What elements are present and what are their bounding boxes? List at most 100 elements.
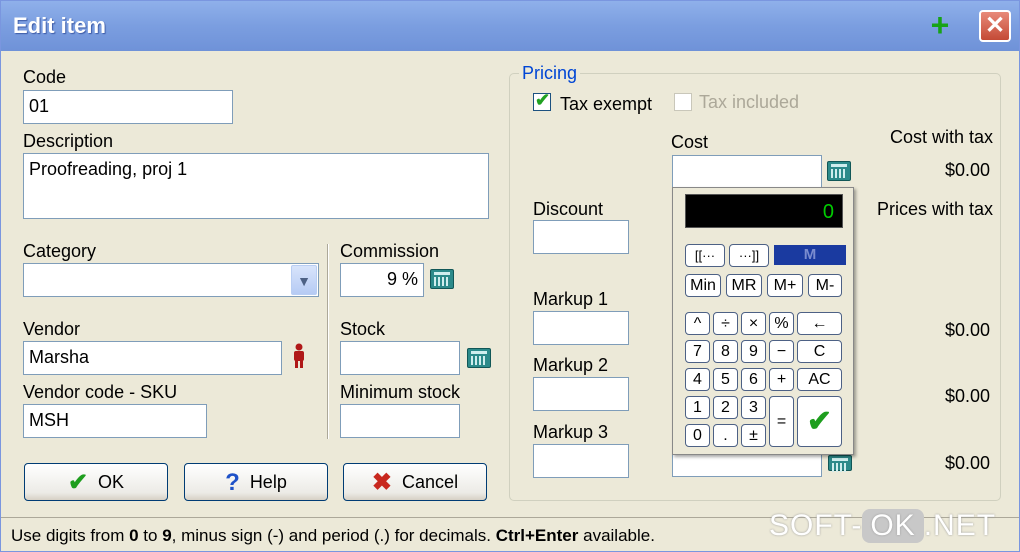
markup3-input[interactable] <box>533 444 629 478</box>
minimum-stock-input[interactable] <box>340 404 460 438</box>
calc-key-9[interactable]: 9 <box>741 340 766 363</box>
close-icon[interactable]: ✕ <box>979 10 1011 42</box>
watermark: SOFT- OK .NET <box>769 509 996 543</box>
ok-button-label: OK <box>98 472 125 492</box>
column-divider <box>327 244 329 439</box>
description-input[interactable]: Proofreading, proj 1 <box>23 153 489 219</box>
pricing-group-title: Pricing <box>519 63 581 84</box>
discount-input[interactable] <box>533 220 629 254</box>
calc-key-multiply[interactable]: × <box>741 312 766 335</box>
markup2-input[interactable] <box>533 377 629 411</box>
calculator-display: 0 <box>685 194 843 228</box>
window-title: Edit item <box>13 13 106 38</box>
code-input[interactable]: 01 <box>23 90 233 124</box>
calc-key-0[interactable]: 0 <box>685 424 710 447</box>
status-bold-shortcut: Ctrl+Enter <box>495 526 579 545</box>
chevron-down-icon[interactable]: ▼ <box>291 265 317 295</box>
markup2-price: $0.00 <box>945 386 991 406</box>
watermark-left: SOFT- <box>769 509 863 542</box>
description-label: Description <box>23 131 114 151</box>
checkmark-icon: ✔ <box>535 90 551 110</box>
memory-indicator: M <box>774 245 846 265</box>
watermark-ok: OK <box>862 509 924 543</box>
markup1-input[interactable] <box>533 311 629 345</box>
tax-included-label[interactable]: Tax included <box>699 92 799 113</box>
calc-key-8[interactable]: 8 <box>713 340 738 363</box>
markup1-price: $0.00 <box>945 320 991 340</box>
markup1-label: Markup 1 <box>533 289 609 309</box>
calc-key-2[interactable]: 2 <box>713 396 738 419</box>
stock-input[interactable] <box>340 341 460 375</box>
tax-included-checkbox[interactable] <box>674 93 692 111</box>
calc-key-percent[interactable]: % <box>769 312 794 335</box>
tax-exempt-checkbox[interactable]: ✔ <box>533 90 551 111</box>
tax-exempt-label[interactable]: Tax exempt <box>560 94 652 115</box>
markup3-label: Markup 3 <box>533 422 609 442</box>
calc-key-6[interactable]: 6 <box>741 368 766 391</box>
calc-key-5[interactable]: 5 <box>713 368 738 391</box>
cost-with-tax-label: Cost with tax <box>890 127 994 147</box>
calculator-icon[interactable] <box>827 161 851 181</box>
status-text: , minus sign (-) and period (.) for deci… <box>171 526 496 545</box>
help-button-label: Help <box>249 472 287 492</box>
edit-item-window: Edit item + ✕ Code 01 Description Proofr… <box>0 0 1020 552</box>
question-icon: ? <box>225 469 240 496</box>
calc-key-divide[interactable]: ÷ <box>713 312 738 335</box>
commission-input[interactable]: 9 % <box>340 263 424 297</box>
category-label: Category <box>23 241 97 261</box>
status-bold-9: 9 <box>162 526 172 545</box>
calc-key-4[interactable]: 4 <box>685 368 710 391</box>
calc-key-3[interactable]: 3 <box>741 396 766 419</box>
vendor-code-input[interactable]: MSH <box>23 404 207 438</box>
discount-label: Discount <box>533 199 604 219</box>
title-bar: Edit item + ✕ <box>1 1 1019 51</box>
calc-key-plus-minus[interactable]: ± <box>741 424 766 447</box>
help-button[interactable]: ? Help <box>184 463 328 501</box>
calculator-popup: 0 [[··· ···]] M Min MR M+ M- ^ ÷ × % ← 7… <box>672 187 854 455</box>
cancel-button-label: Cancel <box>402 472 459 492</box>
calculator-icon[interactable] <box>828 455 852 472</box>
stock-label: Stock <box>340 319 386 339</box>
x-icon: ✖ <box>371 469 393 496</box>
calc-key-plus[interactable]: + <box>769 368 794 391</box>
calc-key-mminus[interactable]: M- <box>808 274 842 297</box>
category-select[interactable]: ▼ <box>23 263 319 297</box>
markup2-label: Markup 2 <box>533 355 609 375</box>
calc-key-min[interactable]: Min <box>685 274 721 297</box>
calc-key-power[interactable]: ^ <box>685 312 710 335</box>
calc-key-minus[interactable]: − <box>769 340 794 363</box>
calc-key-7[interactable]: 7 <box>685 340 710 363</box>
status-bold-0: 0 <box>129 526 139 545</box>
calc-key-all-clear[interactable]: AC <box>797 368 842 391</box>
cost-input[interactable] <box>672 155 822 189</box>
checkmark-icon[interactable]: ✔ <box>797 396 842 447</box>
code-label: Code <box>23 67 67 87</box>
checkmark-icon: ✔ <box>67 469 89 496</box>
cost-with-tax-value: $0.00 <box>945 160 991 180</box>
ok-button[interactable]: ✔ OK <box>24 463 168 501</box>
calculator-icon[interactable] <box>467 348 491 368</box>
cancel-button[interactable]: ✖ Cancel <box>343 463 487 501</box>
calc-key-open-group[interactable]: [[··· <box>685 244 725 267</box>
calc-key-decimal[interactable]: . <box>713 424 738 447</box>
plus-icon[interactable]: + <box>927 7 953 43</box>
status-text: available. <box>578 526 655 545</box>
calculator-icon[interactable] <box>430 269 454 289</box>
vendor-code-label: Vendor code - SKU <box>23 382 178 402</box>
calc-key-clear[interactable]: C <box>797 340 842 363</box>
calc-key-mplus[interactable]: M+ <box>767 274 803 297</box>
cost-label: Cost <box>671 132 709 152</box>
calc-key-mr[interactable]: MR <box>726 274 762 297</box>
minimum-stock-label: Minimum stock <box>340 382 461 402</box>
status-text: to <box>138 526 163 545</box>
calc-key-equals[interactable]: = <box>769 396 794 447</box>
calc-key-1[interactable]: 1 <box>685 396 710 419</box>
person-icon[interactable] <box>292 343 306 369</box>
status-text: Use digits from <box>11 526 130 545</box>
calc-key-close-group[interactable]: ···]] <box>729 244 769 267</box>
vendor-input[interactable]: Marsha <box>23 341 282 375</box>
vendor-label: Vendor <box>23 319 81 339</box>
prices-with-tax-label: Prices with tax <box>877 199 994 219</box>
backspace-icon[interactable]: ← <box>797 312 842 335</box>
markup3-price: $0.00 <box>945 453 991 473</box>
